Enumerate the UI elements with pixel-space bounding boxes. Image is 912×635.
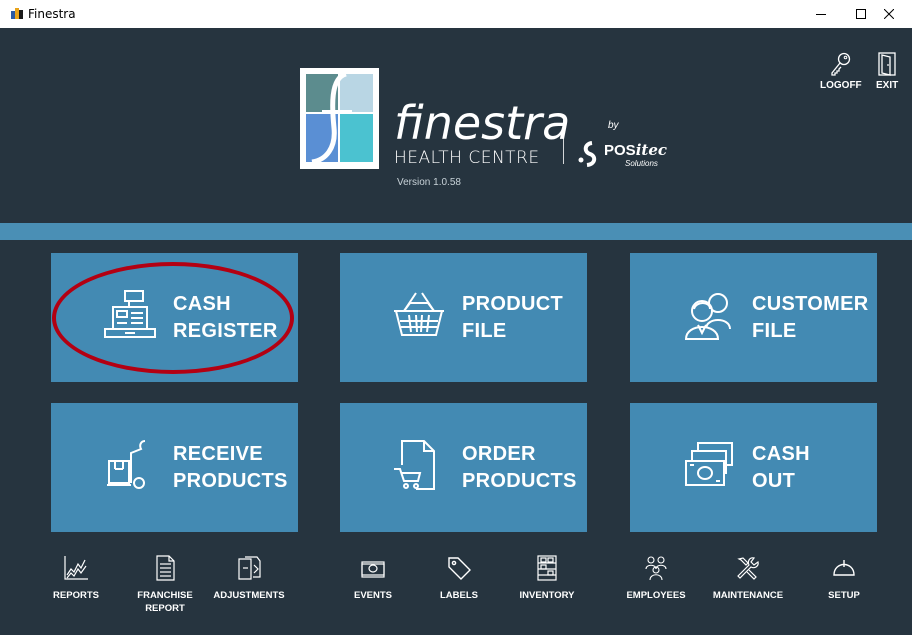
shelf-icon [537,555,557,581]
tile-label-line1: PRODUCT [462,293,563,315]
logoff-label: LOGOFF [820,80,862,91]
reports-label: REPORTS [53,590,99,601]
adjust-icon [238,556,261,580]
door-icon [878,52,896,76]
hand-truck-icon [107,440,146,489]
logo-divider [563,120,564,164]
close-icon [884,9,894,19]
tile-label-line1: CASH [752,443,810,465]
inventory-button[interactable]: INVENTORY [502,555,592,602]
tile-label-line2: FILE [462,320,507,342]
customers-icon [684,293,731,340]
adjustments-button[interactable]: ADJUSTMENTS [204,555,294,602]
maintenance-label: MAINTENANCE [712,590,784,601]
logoff-button[interactable]: LOGOFF [820,52,862,91]
basket-icon [394,292,444,336]
tile-label: CASH OUT [752,441,810,495]
document-icon [156,555,175,581]
tile-label: RECEIVE PRODUCTS [173,441,288,495]
franchise-report-button[interactable]: FRANCHISE REPORT [120,555,210,615]
tile-label: PRODUCT FILE [462,291,563,345]
tile-label-line1: ORDER [462,443,536,465]
cash-register-icon [104,290,156,338]
setup-label: SETUP [828,590,860,601]
labels-button[interactable]: LABELS [414,555,504,602]
tile-label-line2: FILE [752,320,797,342]
people-icon [645,556,667,581]
franchise-report-label: FRANCHISE REPORT [137,590,193,614]
logo-subtitle: HEALTH CENTRE [394,148,540,168]
chart-icon [64,556,88,580]
money-icon [361,561,385,578]
maintenance-button[interactable]: MAINTENANCE [703,555,793,602]
employees-label: EMPLOYEES [626,590,686,601]
header-band [0,223,912,240]
tile-label-line1: CASH [173,293,231,315]
positec-brand: POSitec [604,141,667,159]
tile-label: CASH REGISTER [173,291,278,345]
cash-stack-icon [685,442,733,486]
tile-cash-register[interactable]: CASH REGISTER [51,253,298,382]
version-label: Version 1.0.58 [397,177,461,188]
tile-receive-products[interactable]: RECEIVE PRODUCTS [51,403,298,532]
inventory-label: INVENTORY [519,590,575,601]
tile-product-file[interactable]: PRODUCT FILE [340,253,587,382]
solutions-label: Solutions [625,159,658,168]
employees-button[interactable]: EMPLOYEES [611,555,701,602]
exit-label: EXIT [876,80,899,91]
setup-button[interactable]: SETUP [799,555,889,602]
tile-label: CUSTOMER FILE [752,291,868,345]
window-title: Finestra [28,7,76,21]
reports-button[interactable]: REPORTS [31,555,121,602]
tile-label-line2: PRODUCTS [173,470,288,492]
tile-label: ORDER PRODUCTS [462,441,577,495]
maximize-icon [856,9,866,19]
brand-itec-text: itec [635,141,667,159]
tile-customer-file[interactable]: CUSTOMER FILE [630,253,877,382]
finestra-logo-mark [300,68,379,169]
power-icon [833,560,855,576]
tile-label-line1: RECEIVE [173,443,263,465]
tile-label-line2: OUT [752,470,796,492]
brand-pos-text: POS [604,142,636,159]
key-icon [831,52,850,76]
tools-icon [737,557,759,580]
by-label: by [608,120,619,131]
tile-order-products[interactable]: ORDER PRODUCTS [340,403,587,532]
tile-label-line1: CUSTOMER [752,293,869,315]
events-button[interactable]: EVENTS [328,555,418,602]
tile-cash-out[interactable]: CASH OUT [630,403,877,532]
tag-icon [448,557,471,580]
labels-label: LABELS [440,590,478,601]
title-bar: Finestra [0,0,912,28]
app-icon [11,8,23,19]
minimize-icon [816,14,826,15]
tile-label-line2: REGISTER [173,320,278,342]
positec-mark-icon [578,141,597,167]
exit-button[interactable]: EXIT [876,52,898,91]
events-label: EVENTS [353,590,392,601]
close-button[interactable] [866,0,912,28]
logo-name: finestra [394,96,571,150]
order-cart-icon [394,440,435,490]
adjustments-label: ADJUSTMENTS [213,590,285,601]
tile-label-line2: PRODUCTS [462,470,577,492]
